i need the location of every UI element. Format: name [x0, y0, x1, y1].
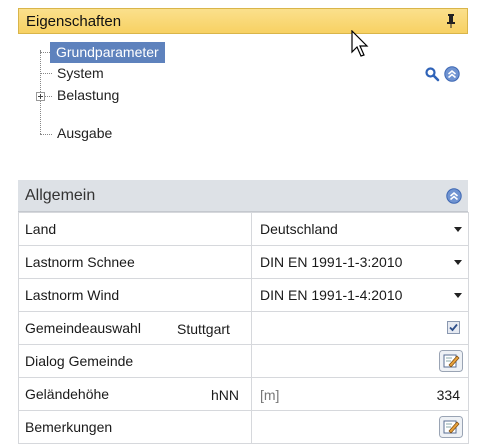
property-label: Bemerkungen	[18, 410, 252, 444]
property-sub-label: hNN	[210, 387, 239, 403]
edit-dialog-button[interactable]	[439, 350, 463, 372]
gelaendehoehe-input[interactable]: [m] 334	[251, 377, 469, 411]
gemeindeauswahl-cell	[251, 311, 469, 345]
tree-item-system[interactable]: System	[53, 63, 108, 84]
unit-label: [m]	[260, 387, 280, 403]
dropdown-value: Deutschland	[260, 221, 338, 237]
dropdown-value: DIN EN 1991-1-3:2010	[260, 254, 403, 270]
tree-item-grundparameter[interactable]: Grundparameter	[50, 42, 165, 63]
property-label: Dialog Gemeinde	[18, 344, 252, 378]
bemerkungen-cell	[251, 410, 469, 444]
property-row-lastnorm-wind: Lastnorm Wind DIN EN 1991-1-4:2010	[18, 278, 469, 312]
property-sub-label: Stuttgart	[177, 321, 230, 337]
property-row-lastnorm-schnee: Lastnorm Schnee DIN EN 1991-1-3:2010	[18, 245, 469, 279]
property-grid: Land Deutschland Lastnorm Schnee DIN EN …	[18, 212, 469, 444]
section-title: Allgemein	[25, 187, 96, 204]
gemeindeauswahl-checkbox[interactable]	[447, 321, 460, 334]
lastnorm-wind-dropdown[interactable]: DIN EN 1991-1-4:2010	[251, 278, 469, 312]
properties-panel-titlebar: Eigenschaften	[18, 8, 468, 34]
tree-item-label: Belastung	[57, 87, 120, 103]
expand-plus-icon[interactable]	[36, 92, 45, 101]
numeric-value: 334	[436, 387, 460, 403]
property-label: Lastnorm Schnee	[18, 245, 252, 279]
dialog-gemeinde-cell	[251, 344, 469, 378]
dropdown-value: DIN EN 1991-1-4:2010	[260, 287, 403, 303]
search-icon[interactable]	[424, 66, 440, 82]
property-row-gelaendehoehe: Geländehöhe hNN [m] 334	[18, 377, 469, 411]
tree-item-label: System	[57, 65, 104, 81]
property-label: Gemeindeauswahl	[25, 320, 141, 336]
tree-item-belastung[interactable]: Belastung	[53, 85, 123, 106]
navigation-tree: Grundparameter System Belastung Ausgabe	[18, 40, 468, 150]
collapse-up-icon[interactable]	[444, 66, 460, 82]
property-row-bemerkungen: Bemerkungen	[18, 410, 469, 444]
land-dropdown[interactable]: Deutschland	[251, 212, 469, 246]
dropdown-arrow-icon[interactable]	[454, 260, 462, 265]
collapse-up-icon[interactable]	[446, 188, 462, 204]
property-label-cell: Gemeindeauswahl Stuttgart	[18, 311, 252, 345]
section-header-allgemein[interactable]: Allgemein	[18, 180, 468, 212]
property-row-dialog-gemeinde: Dialog Gemeinde	[18, 344, 469, 378]
property-row-land: Land Deutschland	[18, 212, 469, 246]
pin-icon[interactable]	[445, 13, 457, 29]
edit-notes-button[interactable]	[439, 416, 463, 438]
property-label: Geländehöhe	[25, 386, 110, 402]
tree-item-label: Ausgabe	[57, 125, 113, 141]
panel-title: Eigenschaften	[26, 13, 122, 30]
tree-item-ausgabe[interactable]: Ausgabe	[53, 123, 116, 144]
property-label: Land	[18, 212, 252, 246]
tree-item-label: Grundparameter	[56, 44, 159, 60]
property-label-cell: Geländehöhe hNN	[18, 377, 252, 411]
lastnorm-schnee-dropdown[interactable]: DIN EN 1991-1-3:2010	[251, 245, 469, 279]
dropdown-arrow-icon[interactable]	[454, 293, 462, 298]
property-row-gemeindeauswahl: Gemeindeauswahl Stuttgart	[18, 311, 469, 345]
property-label: Lastnorm Wind	[18, 278, 252, 312]
dropdown-arrow-icon[interactable]	[454, 227, 462, 232]
